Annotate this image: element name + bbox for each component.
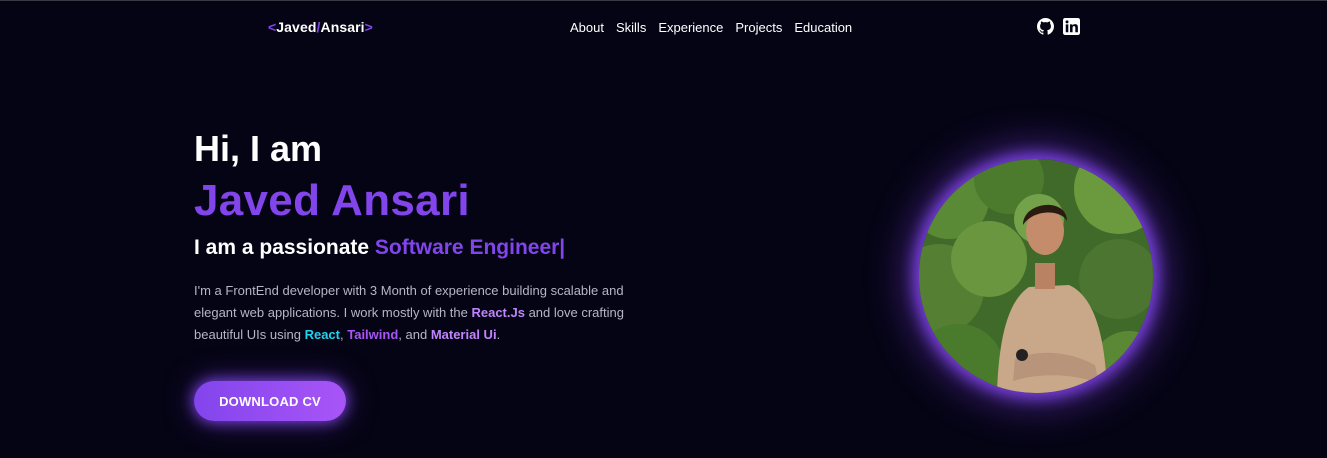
hero-description: I'm a FrontEnd developer with 3 Month of… [194,280,664,346]
desc-end: . [496,327,501,342]
hero-intro: Hi, I am Javed Ansari I am a passionate … [194,129,674,346]
hero-tagline: I am a passionate Software Engineer| [194,235,674,261]
linkedin-icon[interactable] [1063,18,1080,35]
nav-link-projects[interactable]: Projects [735,20,782,35]
logo-first-name: Javed [276,19,317,35]
profile-photo-illustration [919,159,1153,393]
desc-highlight-react: React [304,327,340,342]
nav-link-skills[interactable]: Skills [616,20,646,35]
hero-greeting: Hi, I am [194,128,323,169]
desc-highlight-tailwind: Tailwind [347,327,399,342]
nav-link-experience[interactable]: Experience [658,20,723,35]
tagline-role: Software Engineer| [374,236,566,259]
nav-link-about[interactable]: About [570,20,604,35]
nav-links: About Skills Experience Projects Educati… [570,20,852,35]
download-cv-button[interactable]: DOWNLOAD CV [194,381,346,421]
tagline-prefix: I am a passionate [194,236,375,259]
github-icon[interactable] [1037,18,1054,35]
nav-link-education[interactable]: Education [794,20,852,35]
social-links [1037,18,1080,35]
logo-last-name: Ansari [320,19,365,35]
profile-photo [919,159,1153,393]
desc-highlight-material-ui: Material Ui [430,327,497,342]
navbar: <Javed/Ansari> About Skills Experience P… [0,1,1327,53]
hero-name: Javed Ansari [194,176,470,225]
desc-sep-2: , and [398,327,431,342]
site-logo[interactable]: <Javed/Ansari> [268,19,373,35]
portfolio-page: <Javed/Ansari> About Skills Experience P… [0,0,1327,458]
logo-close-bracket: > [364,19,373,35]
desc-highlight-reactjs: React.Js [471,305,525,320]
